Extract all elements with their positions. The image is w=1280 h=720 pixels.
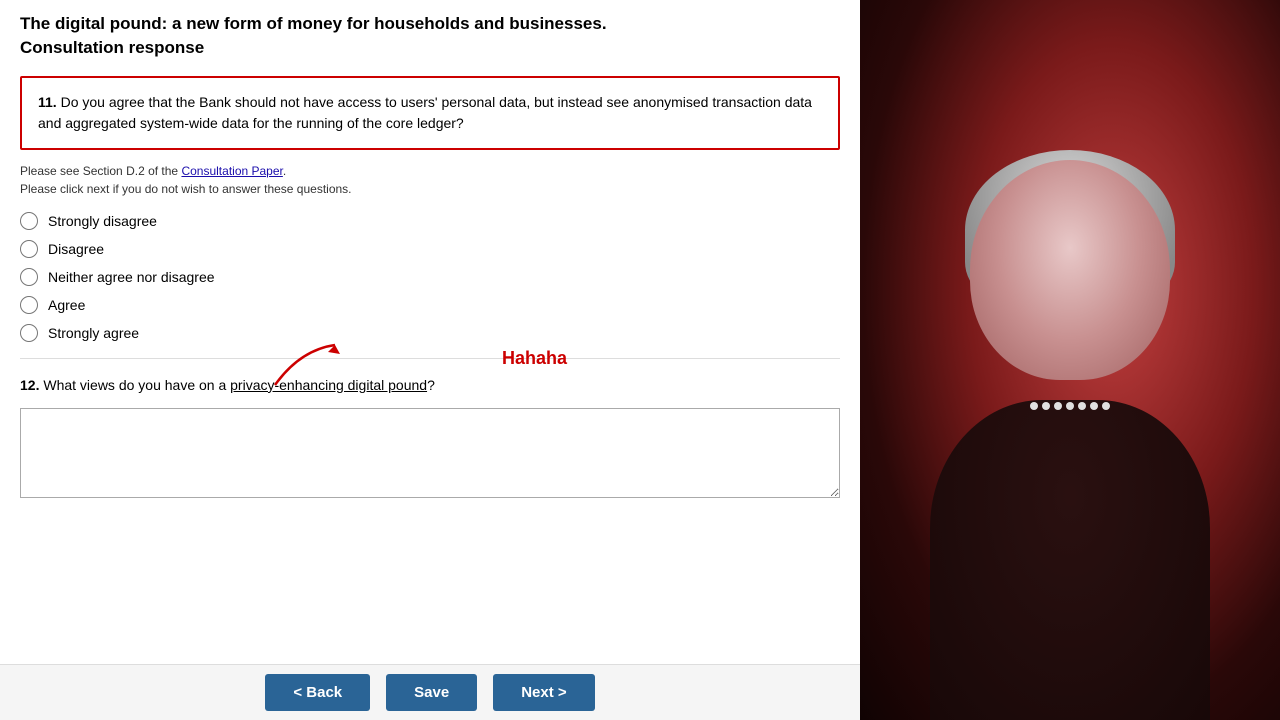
radio-disagree[interactable] [20, 240, 38, 258]
bottom-nav: < Back Save Next > [0, 664, 860, 720]
hahaha-annotation: Hahaha [502, 345, 567, 372]
radio-label-agree: Agree [48, 297, 85, 313]
section-divider [20, 358, 840, 359]
question-11-options: Strongly disagree Disagree Neither agree… [20, 212, 840, 342]
option-agree[interactable]: Agree [20, 296, 840, 314]
necklace-dot [1042, 402, 1050, 410]
necklace-dot [1090, 402, 1098, 410]
radio-agree[interactable] [20, 296, 38, 314]
necklace [1030, 402, 1110, 410]
page-title: The digital pound: a new form of money f… [20, 12, 840, 60]
person-silhouette [910, 120, 1230, 720]
q12-prefix: What views do you have on a [43, 377, 226, 393]
question-12-number: 12. [20, 377, 39, 393]
radio-label-strongly-disagree: Strongly disagree [48, 213, 157, 229]
necklace-dot [1102, 402, 1110, 410]
option-strongly-agree[interactable]: Strongly agree [20, 324, 840, 342]
save-button[interactable]: Save [386, 674, 477, 711]
question-11-number: 11. [38, 94, 57, 110]
question-12-text: 12. What views do you have on a privacy-… [20, 375, 435, 396]
page-title-line1: The digital pound: a new form of money f… [20, 14, 607, 33]
question-11-body: Do you agree that the Bank should not ha… [38, 94, 812, 131]
radio-neither[interactable] [20, 268, 38, 286]
necklace-dot [1054, 402, 1062, 410]
necklace-dot [1066, 402, 1074, 410]
question-12-textarea[interactable] [20, 408, 840, 498]
q12-suffix: ? [427, 377, 435, 393]
survey-content: The digital pound: a new form of money f… [0, 0, 860, 664]
help-prefix: Please see Section D.2 of the [20, 164, 178, 178]
back-button[interactable]: < Back [265, 674, 370, 711]
radio-label-neither: Neither agree nor disagree [48, 269, 215, 285]
question-11-help: Please see Section D.2 of the Consultati… [20, 162, 840, 198]
radio-strongly-disagree[interactable] [20, 212, 38, 230]
annotation-arrow [270, 340, 350, 390]
necklace-dot [1078, 402, 1086, 410]
textarea-wrapper [20, 408, 840, 501]
option-neither[interactable]: Neither agree nor disagree [20, 268, 840, 286]
body [930, 400, 1210, 720]
radio-strongly-agree[interactable] [20, 324, 38, 342]
question-12-row: 12. What views do you have on a privacy-… [20, 375, 840, 396]
head [970, 160, 1170, 380]
question-12-container: 12. What views do you have on a privacy-… [20, 375, 840, 501]
radio-label-strongly-agree: Strongly agree [48, 325, 139, 341]
annotation-container: privacy-enhancing digital pound Hahaha [230, 375, 427, 396]
radio-label-disagree: Disagree [48, 241, 104, 257]
necklace-dot [1030, 402, 1038, 410]
question-11-box: 11. Do you agree that the Bank should no… [20, 76, 840, 150]
consultation-paper-link[interactable]: Consultation Paper [181, 164, 282, 178]
help-line2: Please click next if you do not wish to … [20, 182, 352, 196]
video-overlay [860, 0, 1280, 720]
page-title-line2: Consultation response [20, 38, 204, 57]
question-11-text: 11. Do you agree that the Bank should no… [38, 92, 822, 134]
next-button[interactable]: Next > [493, 674, 594, 711]
survey-panel: The digital pound: a new form of money f… [0, 0, 860, 720]
option-strongly-disagree[interactable]: Strongly disagree [20, 212, 840, 230]
video-panel [860, 0, 1280, 720]
option-disagree[interactable]: Disagree [20, 240, 840, 258]
